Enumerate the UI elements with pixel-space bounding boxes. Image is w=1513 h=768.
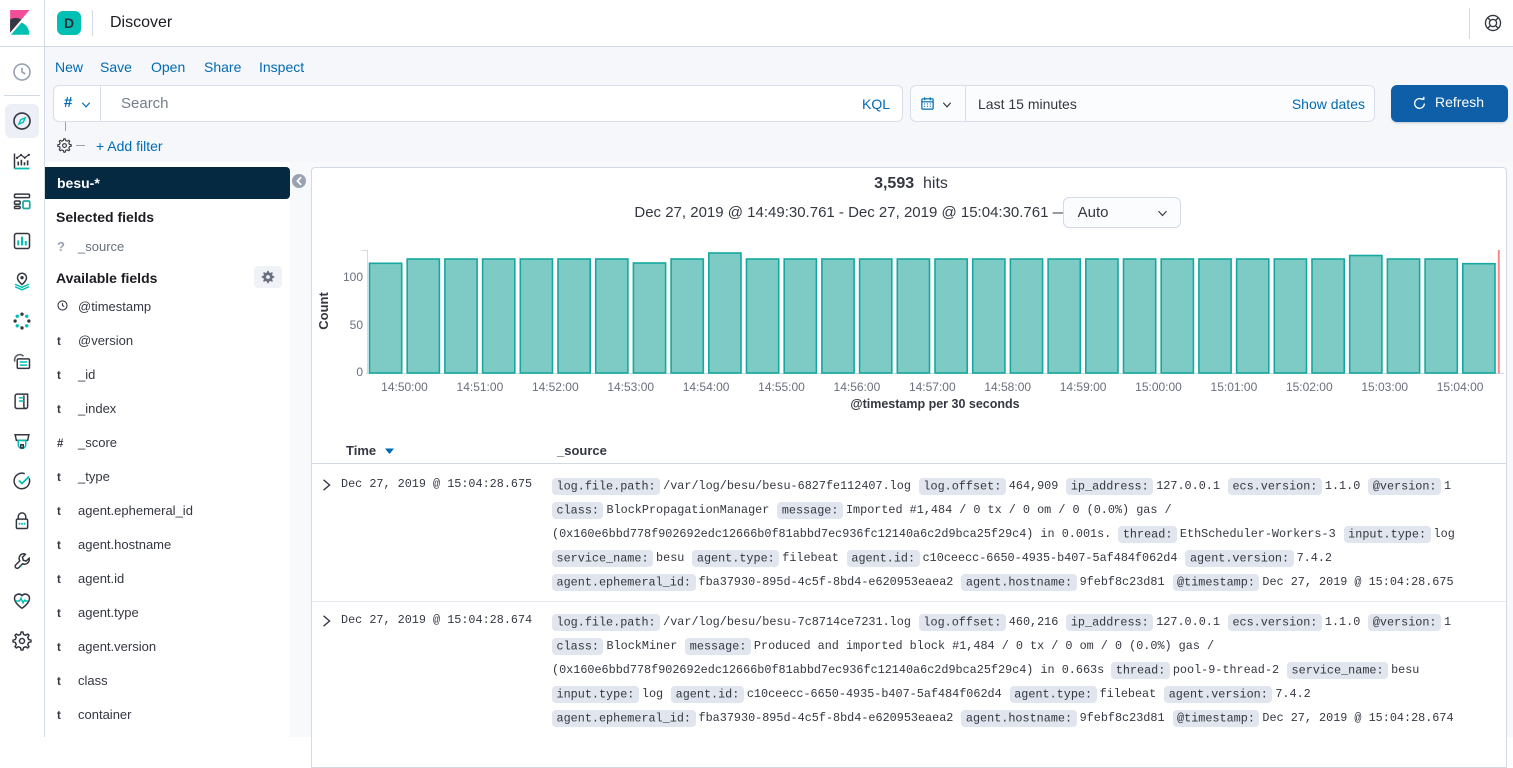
svg-text:14:56:00: 14:56:00 — [834, 380, 881, 394]
svg-text:15:02:00: 15:02:00 — [1286, 380, 1333, 394]
svg-text:14:55:00: 14:55:00 — [758, 380, 805, 394]
svg-text:0: 0 — [356, 365, 363, 379]
svg-text:14:50:00: 14:50:00 — [381, 380, 428, 394]
svg-text:14:52:00: 14:52:00 — [532, 380, 579, 394]
svg-text:15:03:00: 15:03:00 — [1361, 380, 1408, 394]
svg-text:50: 50 — [350, 318, 364, 332]
svg-text:14:59:00: 14:59:00 — [1060, 380, 1107, 394]
svg-text:15:01:00: 15:01:00 — [1211, 380, 1258, 394]
svg-text:14:51:00: 14:51:00 — [457, 380, 504, 394]
svg-text:14:58:00: 14:58:00 — [984, 380, 1031, 394]
svg-text:14:54:00: 14:54:00 — [683, 380, 730, 394]
svg-text:14:53:00: 14:53:00 — [607, 380, 654, 394]
svg-text:100: 100 — [343, 270, 363, 284]
svg-text:Count: Count — [316, 292, 331, 330]
svg-text:@timestamp per 30 seconds: @timestamp per 30 seconds — [850, 397, 1019, 411]
svg-text:14:57:00: 14:57:00 — [909, 380, 956, 394]
svg-text:15:00:00: 15:00:00 — [1135, 380, 1182, 394]
svg-text:15:04:00: 15:04:00 — [1437, 380, 1484, 394]
